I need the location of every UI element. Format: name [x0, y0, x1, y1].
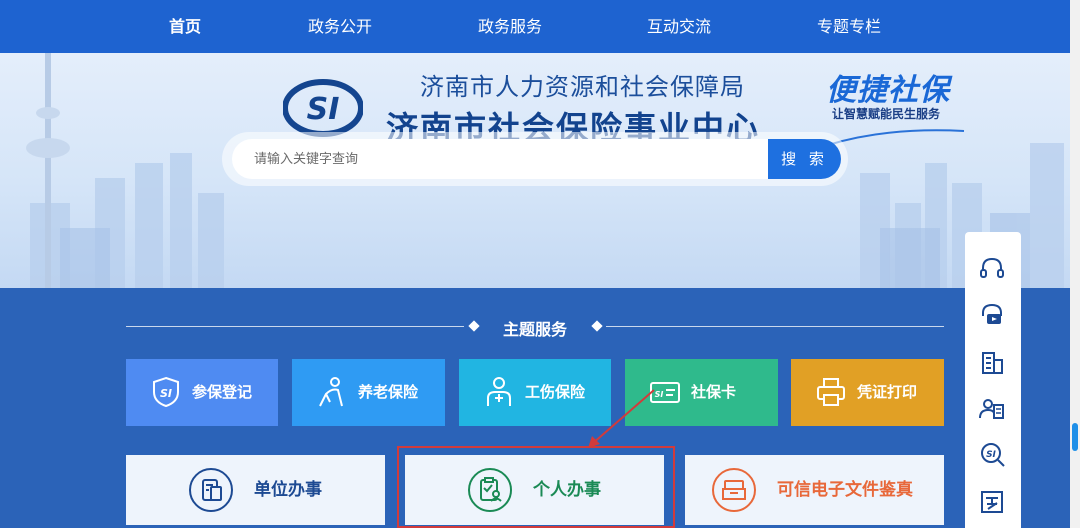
- annotation-arrow-icon: [588, 389, 655, 448]
- brand-slogan: 让智慧赋能民生服务: [832, 107, 941, 121]
- top-nav: 首页 政务公开 政务服务 互动交流 专题专栏: [0, 0, 1070, 53]
- nav-item-interaction[interactable]: 互动交流: [647, 0, 711, 53]
- tile-voucher-print[interactable]: 凭证打印: [791, 359, 944, 426]
- nav-item-government-services[interactable]: 政务服务: [478, 0, 542, 53]
- card-label: 单位办事: [254, 480, 322, 500]
- tile-label: 社保卡: [691, 383, 737, 401]
- si-search-icon[interactable]: SI: [977, 440, 1007, 470]
- card-trusted-file-verification[interactable]: 可信电子文件鉴真: [685, 455, 944, 525]
- svg-text:SI: SI: [160, 387, 172, 400]
- video-consult-icon[interactable]: [977, 300, 1007, 330]
- person-search-icon[interactable]: [977, 394, 1007, 424]
- tile-label: 参保登记: [192, 383, 253, 401]
- search-input[interactable]: [232, 139, 772, 179]
- elderly-person-icon: [319, 377, 343, 407]
- printer-icon: [817, 378, 845, 406]
- section-title: 主题服务: [502, 320, 567, 339]
- brand-swoosh: [827, 129, 965, 146]
- search-button[interactable]: 搜 索: [768, 139, 841, 179]
- file-tray-icon: [712, 468, 756, 512]
- headset-icon[interactable]: [977, 254, 1007, 284]
- building-icon[interactable]: [977, 348, 1007, 378]
- card-organization-services[interactable]: 单位办事: [126, 455, 385, 525]
- section-divider-right: [606, 326, 944, 327]
- nav-item-home[interactable]: 首页: [169, 0, 201, 53]
- tile-label: 养老保险: [358, 383, 419, 401]
- svg-text:SI: SI: [307, 92, 340, 127]
- nav-item-public-affairs[interactable]: 政务公开: [308, 0, 372, 53]
- tile-pension[interactable]: 养老保险: [292, 359, 445, 426]
- injury-person-icon: [487, 377, 511, 406]
- svg-text:SI: SI: [986, 450, 996, 460]
- highlight-box: [397, 446, 675, 528]
- scrollbar-thumb[interactable]: [1072, 423, 1078, 451]
- form-icon[interactable]: [977, 487, 1007, 517]
- nav-item-special-topics[interactable]: 专题专栏: [817, 0, 881, 53]
- card-label: 可信电子文件鉴真: [777, 480, 913, 500]
- floating-toolbar: SI: [965, 232, 1021, 528]
- page-scrollbar[interactable]: [1070, 0, 1080, 528]
- tile-label: 工伤保险: [525, 383, 586, 401]
- organization-document-icon: [189, 468, 233, 512]
- si-logo-icon: SI: [283, 79, 363, 137]
- si-shield-icon: SI: [153, 376, 179, 408]
- tile-enrollment[interactable]: SI 参保登记: [126, 359, 278, 426]
- agency-name: 济南市人力资源和社会保障局: [420, 73, 745, 101]
- brand-title: 便捷社保: [826, 73, 950, 108]
- tile-label: 凭证打印: [857, 383, 918, 401]
- tv-tower-illustration: [26, 53, 70, 288]
